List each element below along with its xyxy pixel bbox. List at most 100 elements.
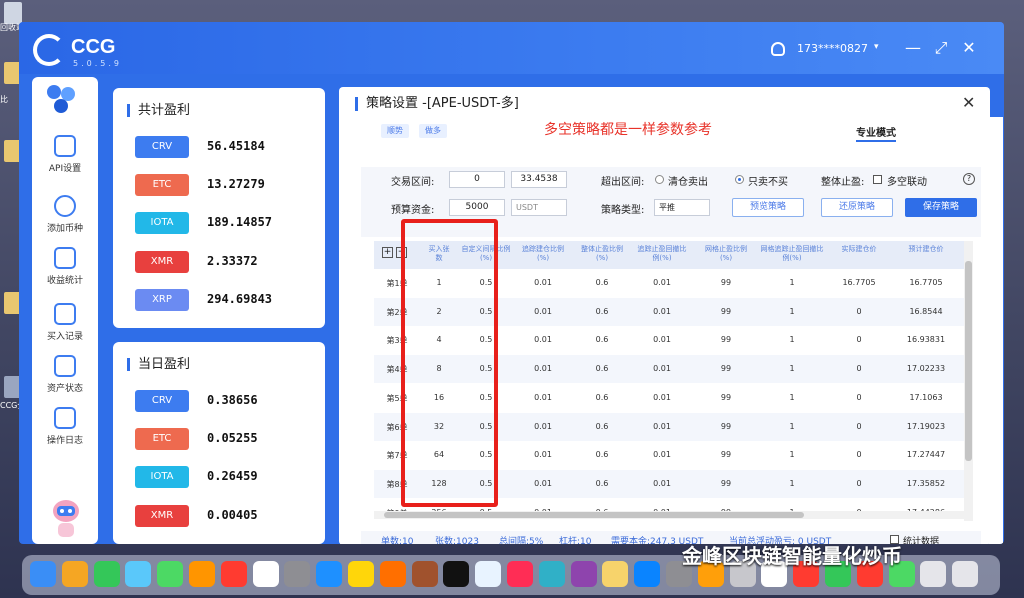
- dock-app-icon[interactable]: [379, 561, 406, 587]
- dock-app-icon[interactable]: [348, 561, 374, 587]
- watermark-text: 金峰区块链智能量化炒币: [682, 544, 902, 568]
- sidebar-item-label: 收益统计: [46, 276, 83, 286]
- range-min-input[interactable]: 0: [449, 171, 505, 188]
- wallet-icon: [54, 355, 76, 377]
- robot-mascot-icon: [53, 500, 79, 537]
- sidebar-item-logs[interactable]: 操作日志: [32, 407, 98, 446]
- dock-app-icon[interactable]: [252, 561, 279, 587]
- table-cell: 16.7705: [842, 278, 876, 287]
- sidebar-item-label: 添加币种: [46, 224, 83, 234]
- dock-app-icon[interactable]: [93, 561, 120, 587]
- table-cell: 0.6: [595, 421, 609, 431]
- dock-app-icon[interactable]: [189, 561, 215, 587]
- tab-pro-mode[interactable]: 专业模式: [856, 124, 896, 142]
- recycle-bin-icon[interactable]: [4, 2, 22, 24]
- column-header: 实际建仓价: [841, 245, 877, 253]
- sidebar-item-add-coin[interactable]: 添加币种: [32, 195, 98, 234]
- currency-select[interactable]: USDT: [511, 199, 567, 216]
- profit-value: 189.14857: [207, 215, 273, 229]
- table-cell: 99: [720, 278, 732, 287]
- table-cell: 0: [856, 450, 862, 460]
- radio-sell-only[interactable]: [735, 175, 744, 184]
- vertical-scrollbar[interactable]: [964, 241, 973, 521]
- budget-label: 预算资金:: [391, 205, 435, 216]
- dock-app-icon[interactable]: [634, 561, 661, 587]
- dock-app-icon[interactable]: [602, 561, 629, 587]
- horizontal-scrollbar[interactable]: [374, 511, 964, 519]
- dock-app-icon[interactable]: [30, 561, 56, 587]
- coin-badge: XMR: [135, 251, 189, 273]
- sidebar-item-buy-records[interactable]: 买入记录: [32, 303, 98, 342]
- radio-clear-label: 清仓卖出: [668, 177, 708, 188]
- table-cell: 1: [789, 278, 795, 287]
- profit-row: XRP 294.69843: [135, 289, 315, 313]
- preview-strategy-button[interactable]: 预览策略: [732, 198, 804, 217]
- table-cell: 17.02233: [906, 364, 946, 374]
- close-button[interactable]: ✕: [959, 38, 979, 57]
- dock-app-icon[interactable]: [507, 561, 533, 587]
- close-icon[interactable]: ✕: [962, 93, 975, 112]
- long-short-link-label: 多空联动: [887, 177, 927, 188]
- table-cell: 17.1063: [909, 392, 943, 402]
- sidebar-item-profit-stats[interactable]: 收益统计: [32, 247, 98, 286]
- sidebar-item-assets[interactable]: 资产状态: [32, 355, 98, 394]
- maximize-button[interactable]: ⤢: [931, 38, 951, 58]
- dock-app-icon[interactable]: [952, 561, 979, 587]
- dock-app-icon[interactable]: [475, 561, 502, 587]
- today-profit-panel: 当日盈利 CRV 0.38656 ETC 0.05255 IOTA 0.2645…: [113, 342, 325, 544]
- help-icon[interactable]: ?: [963, 173, 975, 185]
- dock-app-icon[interactable]: [570, 561, 597, 587]
- table-cell: 0: [856, 364, 862, 374]
- table-cell: 0: [856, 335, 862, 345]
- table-cell: 0.01: [653, 278, 671, 287]
- gear-icon: [54, 135, 76, 157]
- chevron-down-icon[interactable]: ▾: [874, 42, 879, 52]
- range-max-input[interactable]: 33.4538: [511, 171, 567, 188]
- dock-app-icon[interactable]: [284, 561, 311, 587]
- table-cell: 99: [720, 450, 732, 460]
- chart-icon: [54, 247, 76, 269]
- table-cell: 0: [856, 421, 862, 431]
- dock-app-icon[interactable]: [61, 561, 88, 587]
- minimize-button[interactable]: —: [903, 38, 923, 57]
- save-strategy-button[interactable]: 保存策略: [905, 198, 977, 217]
- strategy-type-select[interactable]: 平推: [654, 199, 710, 216]
- table-cell: 0.01: [653, 335, 671, 345]
- coin-badge: CRV: [135, 136, 189, 158]
- tag-trend: 顺势: [381, 124, 409, 138]
- app-window: CCG 5.0.5.9 173****0827 ▾ — ⤢ ✕ API设置 添加…: [19, 22, 1004, 544]
- table-cell: 0.6: [595, 364, 609, 374]
- budget-input[interactable]: 5000: [449, 199, 505, 216]
- sidebar: API设置 添加币种 收益统计 买入记录 资产状态 操作日志: [32, 77, 98, 544]
- profit-row: ETC 13.27279: [135, 174, 315, 198]
- coin-badge: XMR: [135, 505, 189, 527]
- sidebar-item-api[interactable]: API设置: [32, 135, 98, 174]
- long-short-link-checkbox[interactable]: [873, 175, 882, 184]
- sidebar-item-label: 资产状态: [46, 384, 83, 394]
- title-bar: CCG 5.0.5.9 173****0827 ▾ — ⤢ ✕: [19, 22, 1004, 74]
- dock-app-icon[interactable]: [220, 561, 247, 587]
- dock-app-icon[interactable]: [157, 561, 184, 587]
- dock-app-icon[interactable]: [920, 561, 947, 587]
- trade-range-label: 交易区间:: [391, 177, 435, 188]
- table-cell: 17.27447: [906, 450, 946, 460]
- red-annotation-box: [401, 219, 498, 507]
- coin-badge: IOTA: [135, 212, 189, 234]
- table-cell: 0.01: [653, 421, 671, 431]
- restore-strategy-button[interactable]: 还原策略: [821, 198, 893, 217]
- table-cell: 0.01: [534, 392, 552, 402]
- user-account[interactable]: 173****0827: [797, 42, 868, 55]
- panel-title: 共计盈利: [127, 104, 190, 117]
- radio-clear[interactable]: [655, 175, 664, 184]
- table-cell: 16.7705: [909, 278, 943, 287]
- table-cell: 17.19023: [906, 421, 946, 431]
- dock-app-icon[interactable]: [411, 561, 438, 587]
- dock-app-icon[interactable]: [316, 561, 343, 587]
- table-cell: 0.01: [534, 478, 552, 488]
- dock-app-icon[interactable]: [538, 561, 565, 587]
- dock-app-icon[interactable]: [443, 561, 470, 587]
- user-icon[interactable]: [771, 42, 785, 56]
- table-cell: 0.01: [534, 364, 552, 374]
- expand-all-icon[interactable]: +: [382, 247, 393, 258]
- dock-app-icon[interactable]: [125, 561, 152, 587]
